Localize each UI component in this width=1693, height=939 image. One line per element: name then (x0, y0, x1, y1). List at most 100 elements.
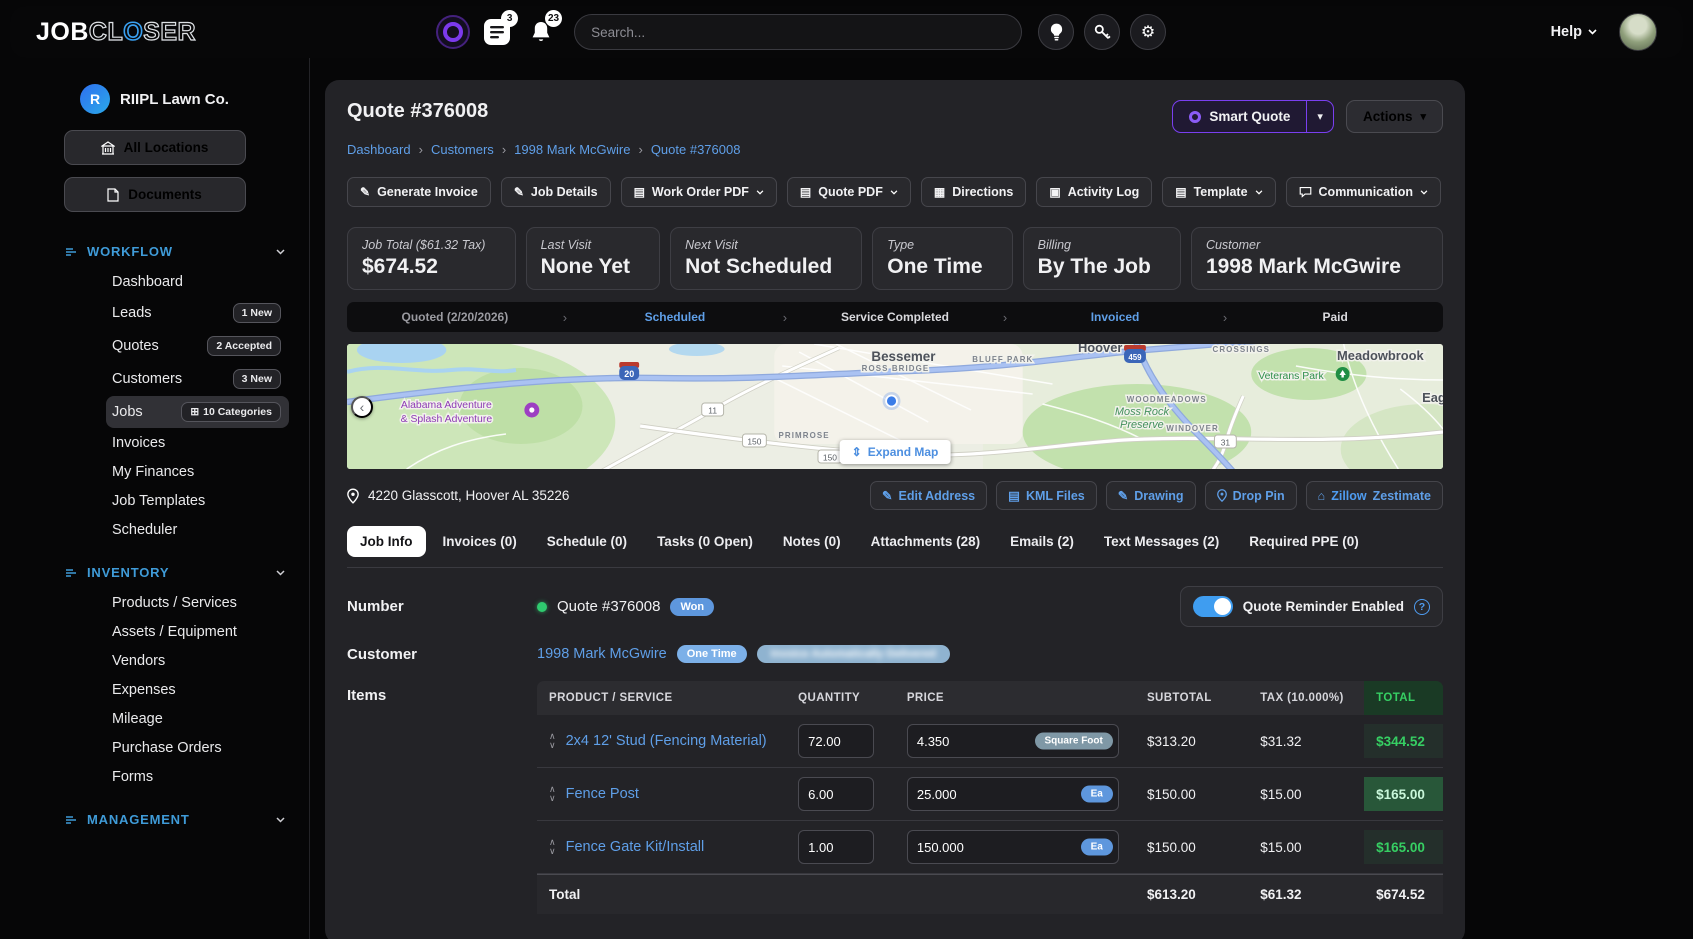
section-inventory[interactable]: INVENTORY (0, 545, 309, 588)
item-badge: ⊞10 Categories (181, 402, 281, 422)
reorder-handle[interactable]: ∧∨ (549, 732, 556, 750)
record-icon[interactable] (436, 15, 470, 49)
documents-label: Documents (128, 187, 202, 202)
tab-emails[interactable]: Emails (2) (997, 526, 1087, 557)
sidebar-item-forms[interactable]: Forms (106, 763, 289, 791)
section-management[interactable]: MANAGEMENT (0, 792, 309, 835)
actions-button[interactable]: Actions ▾ (1346, 100, 1443, 133)
quantity-input[interactable] (798, 724, 874, 758)
location-map[interactable]: 20 459 11 150 150 (347, 344, 1443, 469)
sidebar-item-purchase-orders[interactable]: Purchase Orders (106, 734, 289, 762)
theme-park-icon (524, 403, 539, 418)
work-order-pdf-button[interactable]: ▤Work Order PDF (621, 177, 777, 207)
map-pan-left-button[interactable]: ‹ (351, 396, 373, 418)
tax-value: $15.00 (1248, 840, 1364, 855)
breadcrumb-customer[interactable]: 1998 Mark McGwire (514, 142, 630, 157)
address-buttons: ✎Edit Address ▤KML Files ✎Drawing Drop P… (870, 481, 1443, 510)
documents-button[interactable]: Documents (64, 177, 246, 212)
communication-button[interactable]: Communication (1286, 177, 1441, 207)
job-location-marker[interactable] (886, 396, 897, 407)
quote-pdf-button[interactable]: ▤Quote PDF (787, 177, 911, 207)
tab-schedule[interactable]: Schedule (0) (534, 526, 640, 557)
generate-invoice-button[interactable]: ✎Generate Invoice (347, 177, 491, 207)
sidebar-item-vendors[interactable]: Vendors (106, 647, 289, 675)
job-details-button[interactable]: ✎Job Details (501, 177, 611, 207)
kml-files-button[interactable]: ▤KML Files (996, 481, 1097, 510)
customer-link[interactable]: 1998 Mark McGwire (537, 646, 667, 662)
messages-button[interactable]: 3 (480, 15, 514, 49)
inventory-icon (66, 569, 78, 577)
sidebar-item-leads[interactable]: Leads1 New (106, 297, 289, 329)
tab-text-messages[interactable]: Text Messages (2) (1091, 526, 1232, 557)
chevron-down-icon (890, 190, 898, 195)
tab-tasks[interactable]: Tasks (0 Open) (644, 526, 766, 557)
reorder-handle[interactable]: ∧∨ (549, 838, 556, 856)
ideas-button[interactable] (1038, 14, 1074, 50)
sidebar-item-products-services[interactable]: Products / Services (106, 589, 289, 617)
sidebar-item-quotes[interactable]: Quotes2 Accepted (106, 330, 289, 362)
tab-invoices[interactable]: Invoices (0) (430, 526, 530, 557)
product-link[interactable]: Fence Gate Kit/Install (566, 839, 705, 855)
map-label-meadowbrook: Meadowbrook (1337, 348, 1424, 363)
map-label-woodmeadows: WOODMEADOWS (1127, 395, 1207, 404)
step-invoiced[interactable]: Invoiced (1007, 310, 1223, 324)
breadcrumb-customers[interactable]: Customers (431, 142, 494, 157)
quote-number: Quote #376008 (557, 598, 660, 615)
help-tooltip-icon[interactable]: ? (1414, 599, 1430, 615)
sidebar-item-mileage[interactable]: Mileage (106, 705, 289, 733)
activity-log-button[interactable]: ▣Activity Log (1036, 177, 1152, 207)
sidebar-item-my-finances[interactable]: My Finances (106, 458, 289, 486)
directions-button[interactable]: ▦Directions (921, 177, 1026, 207)
subtotal-value: $150.00 (1135, 840, 1248, 855)
quote-reminder-toggle[interactable] (1193, 596, 1233, 617)
sidebar-item-invoices[interactable]: Invoices (106, 429, 289, 457)
drop-pin-button[interactable]: Drop Pin (1205, 481, 1297, 510)
company-switcher[interactable]: R RIIPL Lawn Co. (0, 84, 309, 114)
notifications-button[interactable]: 23 (524, 15, 558, 49)
expand-map-button[interactable]: ⇕ Expand Map (840, 440, 951, 464)
all-locations-button[interactable]: All Locations (64, 130, 246, 165)
smart-quote-caret[interactable]: ▾ (1306, 101, 1333, 132)
edit-address-button[interactable]: ✎Edit Address (870, 481, 987, 510)
help-menu[interactable]: Help (1551, 24, 1597, 40)
sidebar-item-scheduler[interactable]: Scheduler (106, 516, 289, 544)
sidebar-item-expenses[interactable]: Expenses (106, 676, 289, 704)
unit-badge: Square Foot (1035, 733, 1113, 750)
sidebar-item-assets-equipment[interactable]: Assets / Equipment (106, 618, 289, 646)
sidebar-item-customers[interactable]: Customers3 New (106, 363, 289, 395)
search-input[interactable] (574, 14, 1022, 50)
map-label-crossings: CROSSINGS (1213, 345, 1271, 354)
sidebar-item-dashboard[interactable]: Dashboard (106, 268, 289, 296)
user-avatar[interactable] (1619, 13, 1657, 51)
smart-quote-button[interactable]: Smart Quote ▾ (1172, 100, 1334, 133)
tab-notes[interactable]: Notes (0) (770, 526, 854, 557)
product-link[interactable]: Fence Post (566, 786, 639, 802)
card-job-total: Job Total ($61.32 Tax)$674.52 (347, 227, 516, 290)
settings-button[interactable]: ⚙ (1130, 14, 1166, 50)
tab-job-info[interactable]: Job Info (347, 526, 426, 557)
gear-icon: ⚙ (1141, 22, 1155, 42)
sidebar-item-jobs[interactable]: Jobs⊞10 Categories (106, 396, 289, 428)
app-logo[interactable]: JOBCLOSER (36, 18, 196, 47)
chevron-down-icon (276, 570, 285, 576)
step-quoted: Quoted (2/20/2026) (347, 310, 563, 324)
quantity-input[interactable] (798, 830, 874, 864)
breadcrumb-dashboard[interactable]: Dashboard (347, 142, 411, 157)
template-button[interactable]: ▤Template (1162, 177, 1275, 207)
svg-text:150: 150 (823, 452, 837, 462)
reorder-handle[interactable]: ∧∨ (549, 785, 556, 803)
section-workflow[interactable]: WORKFLOW (0, 224, 309, 267)
drawing-button[interactable]: ✎Drawing (1106, 481, 1196, 510)
zillow-zestimate-button[interactable]: ⌂ZillowZestimate (1306, 481, 1443, 510)
building-icon (101, 141, 115, 155)
sidebar-item-job-templates[interactable]: Job Templates (106, 487, 289, 515)
breadcrumb-quote[interactable]: Quote #376008 (651, 142, 741, 157)
quantity-input[interactable] (798, 777, 874, 811)
map-label-adventure-2: & Splash Adventure (401, 414, 493, 425)
summary-cards: Job Total ($61.32 Tax)$674.52 Last Visit… (347, 227, 1443, 290)
product-link[interactable]: 2x4 12' Stud (Fencing Material) (566, 733, 767, 749)
api-keys-button[interactable] (1084, 14, 1120, 50)
tab-required-ppe[interactable]: Required PPE (0) (1236, 526, 1372, 557)
tab-attachments[interactable]: Attachments (28) (858, 526, 994, 557)
step-scheduled[interactable]: Scheduled (567, 310, 783, 324)
